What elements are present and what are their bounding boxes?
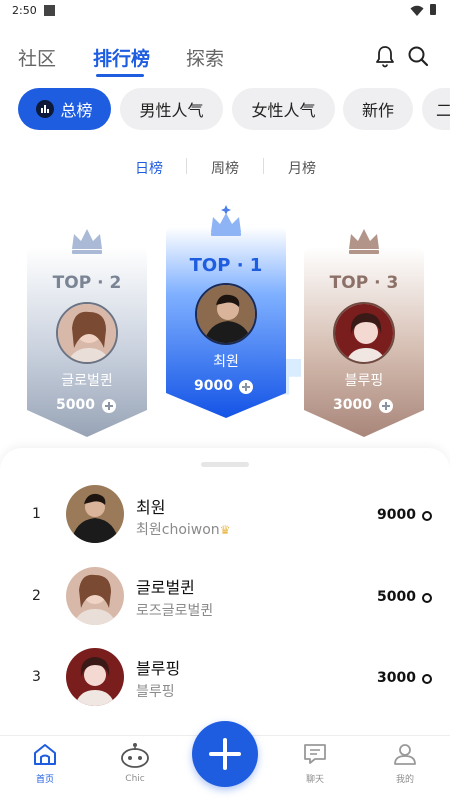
crown-icon (72, 229, 102, 254)
avatar[interactable] (195, 283, 257, 345)
podium-rank-label: TOP · 2 (52, 273, 122, 293)
nav-label: Chic (125, 774, 145, 784)
podium-first[interactable]: TOP · 1 최원 9000 (166, 205, 286, 420)
podium-third[interactable]: TOP · 3 블루핑 3000 (304, 225, 424, 440)
coin-icon (239, 380, 253, 394)
category-filters: 总榜 男性人气 女性人气 新作 二 (18, 88, 450, 130)
filter-label: 总榜 (60, 101, 93, 120)
nav-label: 我的 (395, 775, 414, 785)
coin-icon (422, 674, 432, 684)
user-subtitle: 로즈글로벌퀸 (136, 603, 214, 619)
status-bar: 2:50 (0, 0, 450, 22)
podium-score: 9000 (194, 378, 233, 394)
nav-profile[interactable]: 我的 (375, 742, 435, 785)
add-button[interactable] (192, 721, 258, 787)
status-time: 2:50 (12, 4, 37, 17)
active-tab-indicator (96, 74, 144, 77)
coin-icon (422, 593, 432, 603)
avatar[interactable] (56, 302, 118, 364)
user-subtitle: 블루핑 (136, 684, 175, 700)
chart-icon (36, 100, 55, 118)
nav-label: 聊天 (305, 775, 324, 785)
coin-icon (379, 399, 393, 413)
nav-home[interactable]: 首页 (15, 742, 75, 785)
user-icon (394, 744, 416, 765)
ranking-list[interactable]: 1 최원 최원choiwon♛ 9000 2 글로벌퀸 로즈글로벌퀸 5000 … (0, 448, 450, 748)
period-divider (186, 158, 187, 174)
list-item[interactable]: 2 글로벌퀸 로즈글로벌퀸 5000 (0, 557, 450, 637)
coin-icon (422, 511, 432, 521)
user-score: 3000 (377, 670, 416, 686)
nav-chic[interactable]: Chic (105, 742, 165, 784)
user-name: 최원 (136, 498, 166, 517)
wifi-icon (410, 5, 424, 16)
tab-ranking[interactable]: 排行榜 (93, 44, 150, 71)
filter-new[interactable]: 新作 (343, 88, 413, 130)
battery-icon (430, 4, 436, 15)
robot-icon (121, 743, 149, 768)
user-name: 블루핑 (136, 659, 181, 678)
rank-number: 1 (32, 506, 41, 522)
bell-icon[interactable] (373, 44, 397, 68)
home-icon (34, 744, 56, 765)
user-score: 5000 (377, 589, 416, 605)
nav-label: 首页 (35, 775, 54, 785)
chat-icon (304, 744, 326, 764)
notification-icon (44, 5, 55, 16)
user-score: 9000 (377, 507, 416, 523)
coin-icon (102, 399, 116, 413)
tab-community[interactable]: 社区 (18, 44, 56, 71)
crown-badge-icon: ♛ (219, 523, 231, 537)
podium-rank-label: TOP · 3 (329, 273, 399, 293)
list-item[interactable]: 1 최원 최원choiwon♛ 9000 (0, 476, 450, 556)
list-item[interactable]: 3 블루핑 블루핑 3000 (0, 638, 450, 718)
podium-rank-label: TOP · 1 (189, 255, 263, 276)
filter-female[interactable]: 女性人气 (232, 88, 335, 130)
user-subtitle: 최원choiwon♛ (136, 522, 231, 538)
avatar[interactable] (66, 648, 124, 706)
podium-second[interactable]: TOP · 2 글로벌퀸 5000 (27, 225, 147, 440)
avatar[interactable] (66, 567, 124, 625)
period-weekly[interactable]: 周榜 (211, 158, 239, 178)
podium-name: 최원 (213, 354, 239, 370)
podium-name: 글로벌퀸 (61, 373, 113, 389)
avatar[interactable] (66, 485, 124, 543)
avatar[interactable] (333, 302, 395, 364)
podium-name: 블루핑 (344, 373, 384, 389)
crown-icon (211, 205, 241, 236)
rank-number: 3 (32, 669, 41, 685)
podium-score: 3000 (333, 397, 372, 413)
tab-explore[interactable]: 探索 (186, 44, 224, 71)
nav-chat[interactable]: 聊天 (285, 742, 345, 785)
ranking-page: 2:50 社区 排行榜 探索 总榜 男性人气 女性人气 新作 二 日榜 周榜 月… (0, 0, 450, 800)
period-divider (263, 158, 264, 174)
search-icon[interactable] (406, 44, 430, 68)
period-monthly[interactable]: 月榜 (288, 158, 316, 178)
user-name: 글로벌퀸 (136, 578, 195, 597)
filter-male[interactable]: 男性人气 (120, 88, 223, 130)
sheet-handle[interactable] (201, 462, 249, 467)
filter-more[interactable]: 二 (422, 88, 450, 130)
filter-overall[interactable]: 总榜 (18, 88, 111, 130)
crown-icon (349, 229, 379, 254)
rank-number: 2 (32, 588, 41, 604)
podium-score: 5000 (56, 397, 95, 413)
period-daily[interactable]: 日榜 (135, 158, 163, 178)
